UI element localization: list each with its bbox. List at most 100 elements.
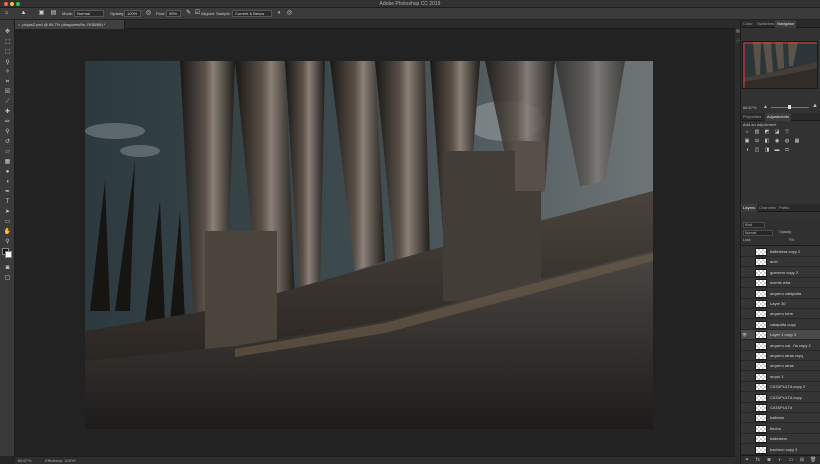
layer-row[interactable]: arquero catapulta [741, 288, 820, 299]
visibility-eye-icon[interactable] [742, 436, 747, 442]
visibility-eye-icon[interactable] [742, 384, 747, 390]
type-tool-icon[interactable]: T [3, 198, 12, 206]
layer-row[interactable]: CATAPULTA copy [741, 392, 820, 403]
hand-tool-icon[interactable]: ✋ [3, 228, 12, 236]
layer-row[interactable]: ballesta [741, 413, 820, 424]
layer-row[interactable]: CATAPULTA copy 2 [741, 382, 820, 393]
marquee-tool-icon[interactable]: ⬚ [3, 48, 12, 56]
zoom-in-icon[interactable]: ▲ [812, 103, 818, 109]
mode-select[interactable]: Normal [74, 10, 104, 17]
opacity-input[interactable]: 100% [124, 10, 141, 17]
adjustment-layer-icon[interactable]: ◐ [777, 457, 783, 463]
visibility-eye-icon[interactable] [742, 405, 747, 411]
layer-row[interactable]: ballestera copy 2 [741, 247, 820, 257]
curves-icon[interactable]: ◩ [763, 129, 771, 136]
layer-row[interactable]: ballestero [741, 434, 820, 445]
history-panel-icon[interactable]: ▤ [736, 28, 740, 33]
gradient-map-icon[interactable]: ▬ [773, 147, 781, 154]
visibility-eye-icon[interactable] [742, 291, 747, 297]
layer-filter-kind[interactable]: Kind [743, 222, 765, 228]
brightness-contrast-icon[interactable]: ☼ [743, 129, 751, 136]
canvas-area[interactable] [15, 29, 735, 456]
ignore-adjustment-icon[interactable]: ◐ [276, 10, 283, 17]
tab-color[interactable]: Color [741, 20, 755, 28]
layer-row[interactable]: flecha [741, 423, 820, 434]
stamp-tool-icon[interactable]: ▲ [20, 10, 27, 17]
layer-row[interactable]: arch [741, 257, 820, 268]
screen-mode-icon[interactable]: ▢ [3, 274, 12, 282]
zoom-slider-thumb[interactable] [788, 105, 791, 109]
navigator-zoom-value[interactable]: 66.67% [743, 105, 757, 110]
tab-layers[interactable]: Layers [741, 204, 758, 212]
link-layers-icon[interactable]: ⚭ [744, 457, 750, 463]
healing-brush-icon[interactable]: ✚ [3, 108, 12, 116]
visibility-eye-icon[interactable] [742, 426, 747, 432]
visibility-eye-icon[interactable] [742, 280, 747, 286]
trash-icon[interactable]: 🗑 [810, 457, 816, 463]
layer-row[interactable]: guerrero copy 2 [741, 267, 820, 278]
visibility-eye-icon[interactable] [742, 447, 747, 453]
quick-select-icon[interactable]: ✧ [3, 68, 12, 76]
black-white-icon[interactable]: ◧ [763, 138, 771, 145]
layer-style-icon[interactable]: fx [755, 457, 761, 463]
brush-preset-icon[interactable]: ▣ [38, 10, 45, 17]
airbrush-icon[interactable]: ✎ [185, 10, 192, 17]
layer-row[interactable]: arquero cai...ña copy 2 [741, 340, 820, 351]
artboard-icon[interactable]: ⬚ [3, 38, 12, 46]
move-tool-icon[interactable]: ✥ [3, 28, 12, 36]
hue-saturation-icon[interactable]: ▣ [743, 138, 751, 145]
tab-navigator[interactable]: Navigator [775, 20, 797, 28]
lasso-tool-icon[interactable]: ϙ [3, 58, 12, 66]
layer-row[interactable]: CATAPULTA [741, 403, 820, 413]
tab-swatches[interactable]: Swatches [755, 20, 776, 28]
path-select-icon[interactable]: ➤ [3, 208, 12, 216]
visibility-eye-icon[interactable] [742, 363, 747, 369]
layer-row[interactable]: hachero copy 3 [741, 444, 820, 455]
visibility-eye-icon[interactable] [742, 415, 747, 421]
visibility-eye-icon[interactable] [742, 270, 747, 276]
tab-properties[interactable]: Properties [741, 113, 763, 121]
posterize-icon[interactable]: ◫ [753, 147, 761, 154]
tab-adjustments[interactable]: Adjustments [765, 113, 792, 121]
new-group-icon[interactable]: ▭ [788, 457, 794, 463]
new-layer-icon[interactable]: ⊞ [799, 457, 805, 463]
quick-mask-icon[interactable]: ◙ [3, 264, 12, 272]
selective-color-icon[interactable]: ◘ [783, 147, 791, 154]
history-brush-icon[interactable]: ↺ [3, 138, 12, 146]
eyedropper-icon[interactable]: ⟋ [3, 98, 12, 106]
brush-tool-icon[interactable]: ✏ [3, 118, 12, 126]
layer-row[interactable]: arquero atras copy [741, 351, 820, 361]
home-icon[interactable]: ⌂ [3, 10, 10, 17]
shape-tool-icon[interactable]: ▭ [3, 218, 12, 226]
exposure-icon[interactable]: ◪ [773, 129, 781, 136]
visibility-eye-icon[interactable] [742, 259, 747, 265]
visibility-eye-icon[interactable] [742, 301, 747, 307]
frame-tool-icon[interactable]: ☒ [3, 88, 12, 96]
status-zoom[interactable]: 66.67% [18, 458, 32, 463]
dodge-tool-icon[interactable]: ◖ [3, 178, 12, 186]
add-mask-icon[interactable]: ◙ [766, 457, 772, 463]
eraser-tool-icon[interactable]: ▱ [3, 148, 12, 156]
tab-channels[interactable]: Channels [757, 204, 778, 212]
clone-source-icon[interactable]: ▤ [50, 10, 57, 17]
close-tab-icon[interactable]: × [18, 22, 20, 27]
gradient-tool-icon[interactable]: ▦ [3, 158, 12, 166]
pen-tool-icon[interactable]: ✒ [3, 188, 12, 196]
sample-select[interactable]: Current & Below [232, 10, 272, 17]
layer-row[interactable]: arquero atras [741, 361, 820, 372]
visibility-eye-icon[interactable] [742, 249, 747, 255]
levels-icon[interactable]: ▥ [753, 129, 761, 136]
layer-row[interactable]: Layer 30 [741, 299, 820, 309]
layer-row[interactable]: catapulta copy [741, 319, 820, 330]
status-efficiency[interactable]: Efficiency: 100%* [45, 458, 76, 463]
clone-stamp-icon[interactable]: ⚲ [3, 128, 12, 136]
crop-tool-icon[interactable]: ⌗ [3, 78, 12, 86]
pressure-opacity-icon[interactable]: ◎ [145, 10, 152, 17]
vibrance-icon[interactable]: ▽ [783, 129, 791, 136]
navigator-thumbnail[interactable] [742, 41, 818, 89]
blend-mode-select[interactable]: Normal [743, 230, 773, 236]
visibility-eye-icon[interactable] [742, 374, 747, 380]
visibility-eye-icon[interactable] [742, 322, 747, 328]
visibility-eye-icon[interactable] [742, 311, 747, 317]
invert-icon[interactable]: ◑ [743, 147, 751, 154]
